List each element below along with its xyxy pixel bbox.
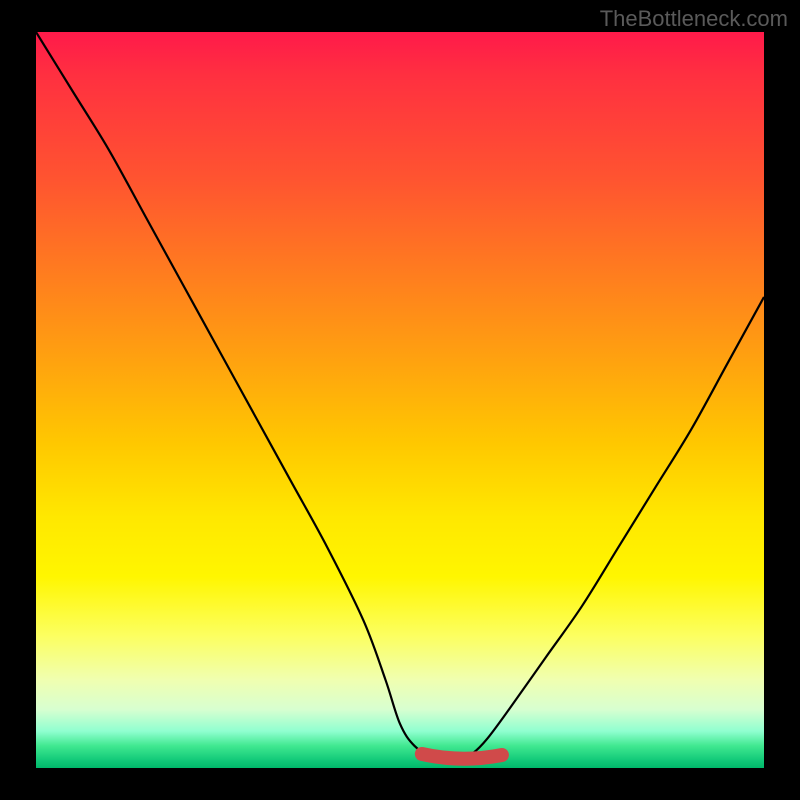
chart-plot-area [36,32,764,768]
watermark-text: TheBottleneck.com [600,6,788,32]
optimal-range-band [422,754,502,759]
chart-svg [36,32,764,768]
bottleneck-curve-line [36,32,764,762]
